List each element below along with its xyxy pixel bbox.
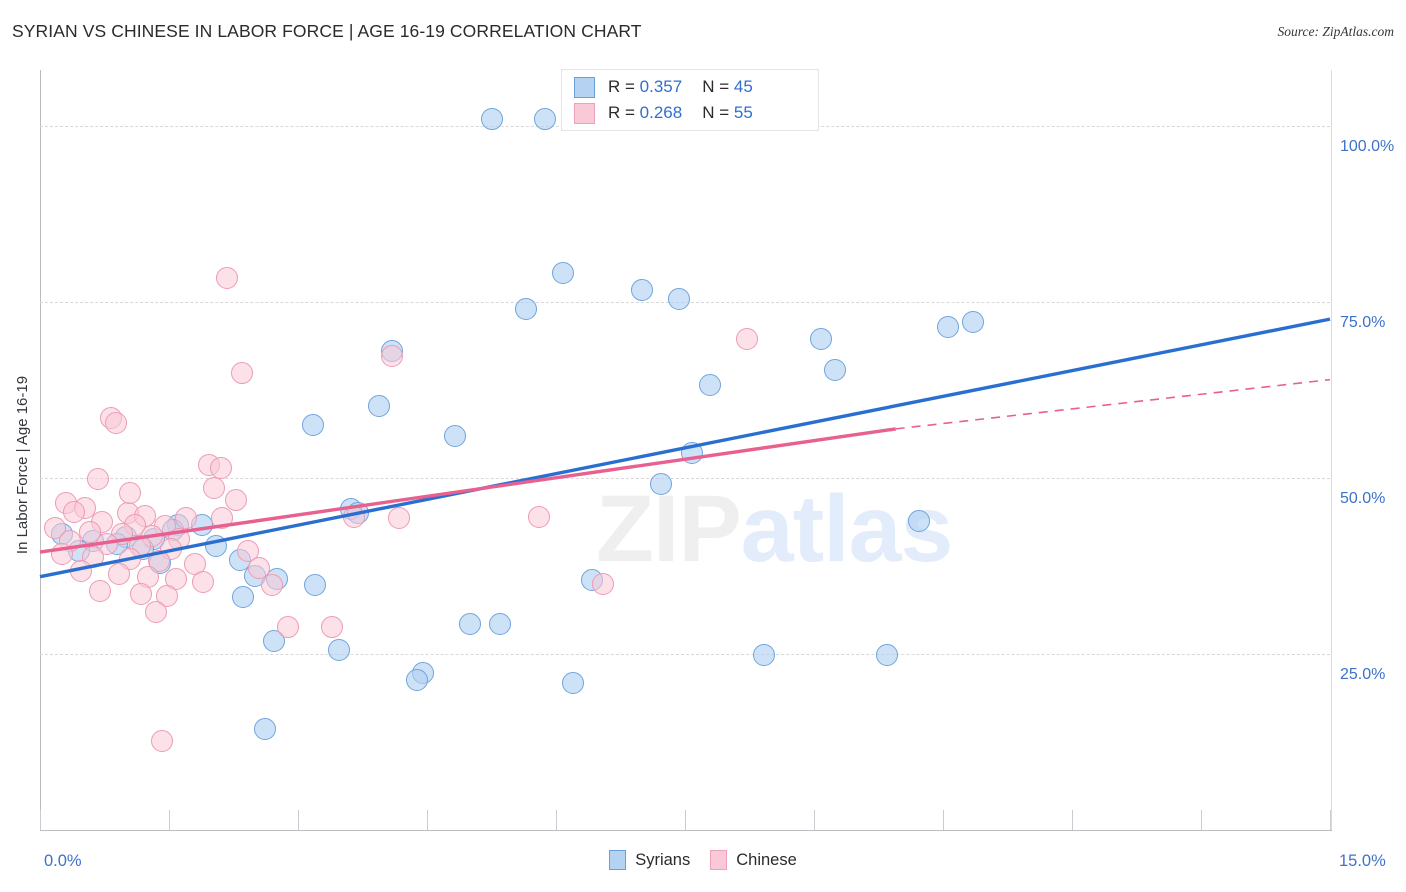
plot-right-edge [1331,70,1332,830]
data-point-syrians [444,424,467,447]
data-point-syrians [562,671,585,694]
data-point-chinese [130,582,153,605]
y-axis-tick-label: 25.0% [1340,666,1386,684]
data-point-chinese [192,571,215,594]
data-point-syrians [205,534,228,557]
data-point-syrians [405,669,428,692]
x-axis-tick [685,810,686,830]
data-point-syrians [514,298,537,321]
page-title: SYRIAN VS CHINESE IN LABOR FORCE | AGE 1… [12,21,642,41]
stats-legend-text-chinese: R = 0.268 N = 55 [608,103,753,122]
data-point-chinese [50,543,73,566]
data-point-chinese [145,600,168,623]
data-point-chinese [89,579,112,602]
data-point-syrians [328,638,351,661]
data-point-chinese [151,730,174,753]
data-point-chinese [388,506,411,529]
data-point-chinese [70,560,93,583]
x-axis-tick [40,810,41,830]
data-point-chinese [261,574,284,597]
watermark: ZIPatlas [596,475,953,584]
y-axis-tick-label: 50.0% [1340,490,1386,508]
data-point-syrians [533,108,556,131]
x-axis-tick [943,810,944,830]
data-point-syrians [254,718,277,741]
data-point-chinese [342,505,365,528]
legend-swatch-chinese [574,102,595,124]
data-point-chinese [321,616,344,639]
data-point-syrians [302,414,325,437]
data-point-chinese [225,488,248,511]
gridline-y [40,478,1330,480]
x-axis-tick [814,810,815,830]
y-axis-tick-label: 100.0% [1340,138,1395,156]
data-point-syrians [480,108,503,131]
x-axis-tick [556,810,557,830]
series-legend-item-chinese[interactable]: Chinese [710,850,797,870]
x-axis-tick [298,810,299,830]
x-axis-tick [427,810,428,830]
data-point-syrians [231,586,254,609]
data-point-chinese [211,507,234,530]
legend-swatch-syrians [574,76,595,98]
data-point-syrians [459,612,481,635]
x-axis-tick [1072,810,1073,830]
data-point-chinese [104,412,127,435]
data-point-chinese [527,505,550,528]
data-point-chinese [202,477,225,499]
x-axis-tick [1330,810,1331,830]
data-point-chinese [87,467,110,490]
data-point-syrians [937,315,960,338]
data-point-chinese [63,500,86,523]
data-point-chinese [209,457,232,480]
data-point-syrians [753,643,776,666]
data-point-syrians [304,574,327,597]
data-point-syrians [649,472,672,495]
series-swatch-syrians [609,850,627,870]
data-point-chinese [380,344,403,367]
data-point-chinese [592,573,615,596]
stats-legend-row-chinese: R = 0.268 N = 55 [574,100,753,126]
series-legend: Syrians Chinese [0,850,1406,870]
data-point-chinese [216,266,239,289]
series-swatch-chinese [710,850,728,870]
data-point-syrians [551,261,574,284]
gridline-y [40,654,1330,656]
y-axis-tick-label: 75.0% [1340,314,1386,332]
data-point-syrians [698,373,721,396]
data-point-chinese [108,562,131,585]
series-legend-item-syrians[interactable]: Syrians [609,850,690,870]
data-point-syrians [876,643,899,666]
stats-legend-row-syrians: R = 0.357 N = 45 [574,74,753,100]
stats-legend-text-syrians: R = 0.357 N = 45 [608,77,753,96]
data-point-syrians [809,327,832,350]
x-axis-tick [169,810,170,830]
stats-legend: R = 0.357 N = 45 R = 0.268 N = 55 [561,69,819,131]
data-point-syrians [489,612,512,635]
data-point-syrians [667,287,690,310]
source-attribution: Source: ZipAtlas.com [1277,24,1394,39]
y-axis-title: In Labor Force | Age 16-19 [14,375,31,555]
data-point-chinese [175,506,198,529]
data-point-chinese [231,362,254,385]
correlation-chart: SYRIAN VS CHINESE IN LABOR FORCE | AGE 1… [0,0,1406,892]
x-axis-line [40,830,1332,831]
data-point-chinese [119,481,142,504]
data-point-chinese [276,616,299,639]
series-label-syrians: Syrians [635,850,691,869]
data-point-syrians [631,279,653,302]
series-label-chinese: Chinese [736,850,797,869]
data-point-chinese [735,327,758,350]
data-point-syrians [680,441,703,464]
data-point-syrians [367,394,390,417]
data-point-syrians [823,358,846,381]
data-point-syrians [907,510,930,533]
data-point-syrians [962,310,985,333]
plot-area: ZIPatlas [40,70,1330,830]
x-axis-tick [1201,810,1202,830]
